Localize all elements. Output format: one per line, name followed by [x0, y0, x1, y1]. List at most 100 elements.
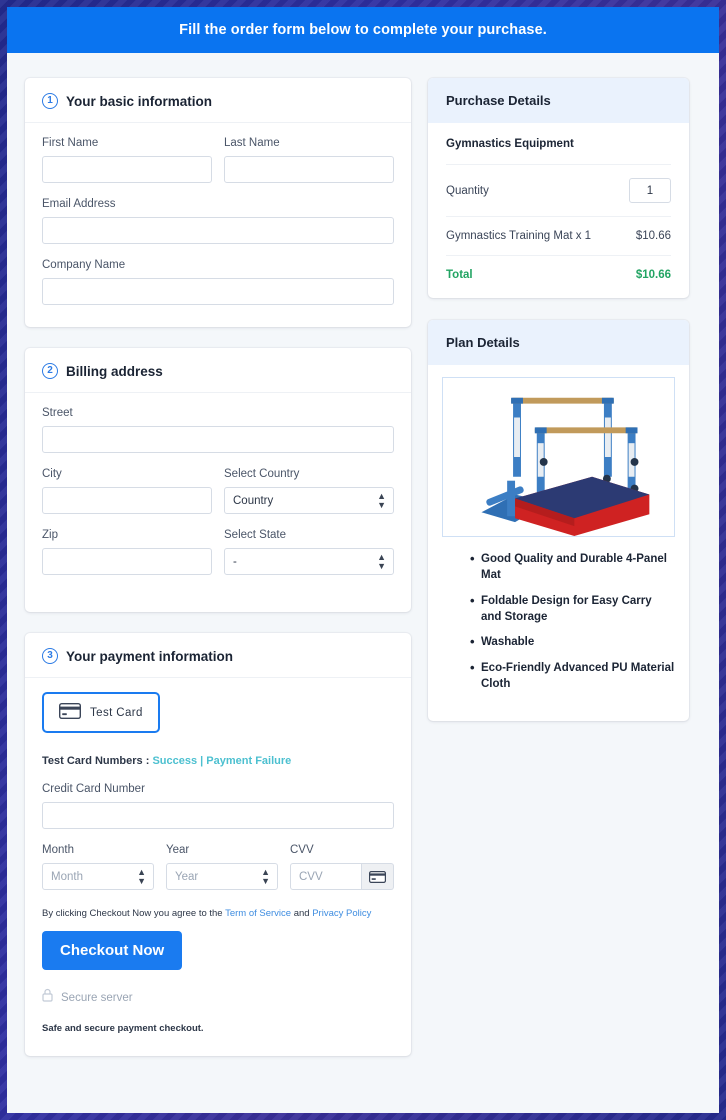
- company-field: Company Name: [42, 259, 394, 305]
- zip-input[interactable]: [42, 548, 212, 575]
- state-select-wrapper: ▲▼: [224, 548, 394, 575]
- street-field: Street: [42, 407, 394, 453]
- page-layout: 1 Your basic information First Name Last…: [7, 53, 719, 1077]
- list-item: Foldable Design for Easy Carry and Stora…: [470, 592, 675, 626]
- credit-card-icon: [58, 702, 82, 722]
- email-label: Email Address: [42, 198, 116, 210]
- zip-state-row: Zip Select State ▲▼: [42, 529, 394, 590]
- last-name-label: Last Name: [224, 137, 280, 149]
- cvv-help-card-icon[interactable]: [362, 863, 394, 890]
- street-input[interactable]: [42, 426, 394, 453]
- month-field: Month ▲▼: [42, 844, 154, 890]
- basic-information-card: 1 Your basic information First Name Last…: [25, 78, 411, 327]
- country-select-wrapper: ▲▼: [224, 487, 394, 514]
- lock-icon: [42, 988, 53, 1007]
- safe-checkout-note: Safe and secure payment checkout.: [42, 1023, 204, 1034]
- first-name-input[interactable]: [42, 156, 212, 183]
- list-item: Eco-Friendly Advanced PU Material Cloth: [470, 659, 675, 693]
- success-link[interactable]: Success: [152, 755, 197, 767]
- checkout-page: Fill the order form below to complete yo…: [7, 7, 719, 1113]
- plan-details-title: Plan Details: [428, 320, 689, 365]
- test-card-button[interactable]: Test Card: [42, 692, 160, 733]
- expiry-cvv-row: Month ▲▼ Year ▲▼: [42, 844, 394, 890]
- banner-text: Fill the order form below to complete yo…: [179, 22, 547, 38]
- product-category-label: Gymnastics Equipment: [446, 138, 574, 150]
- total-price: $10.66: [635, 269, 671, 281]
- cvv-input[interactable]: [290, 863, 362, 890]
- test-card-label: Test Card: [90, 706, 143, 719]
- checkout-now-button[interactable]: Checkout Now: [42, 931, 183, 970]
- first-name-label: First Name: [42, 137, 99, 149]
- city-label: City: [42, 468, 62, 480]
- basic-information-header: 1 Your basic information: [25, 78, 411, 123]
- month-select-wrapper: ▲▼: [42, 863, 154, 890]
- test-card-numbers-row: Test Card Numbers : Success | Payment Fa…: [42, 755, 394, 767]
- street-label: Street: [42, 407, 73, 419]
- step-badge-2: 2: [42, 363, 58, 379]
- cvv-input-group: [290, 863, 394, 890]
- link-separator: |: [200, 755, 204, 767]
- country-field: Select Country ▲▼: [224, 468, 394, 514]
- list-item: Washable: [470, 633, 675, 652]
- city-country-row: City Select Country ▲▼: [42, 468, 394, 529]
- privacy-policy-link[interactable]: Privacy Policy: [312, 908, 371, 919]
- line-item-price: $10.66: [635, 230, 671, 242]
- basic-information-body: First Name Last Name Email Address Compa…: [25, 123, 411, 327]
- terms-conjunction: and: [293, 908, 310, 919]
- select-state-label: Select State: [224, 529, 287, 541]
- terms-prefix: By clicking Checkout Now you agree to th…: [42, 908, 223, 919]
- billing-address-header: 2 Billing address: [25, 348, 411, 393]
- cvv-field: CVV: [290, 844, 394, 890]
- purchase-details-panel: Purchase Details Gymnastics Equipment Qu…: [428, 78, 689, 298]
- billing-address-body: Street City Select Country ▲▼: [25, 393, 411, 612]
- state-field: Select State ▲▼: [224, 529, 394, 575]
- purchase-details-title: Purchase Details: [428, 78, 689, 123]
- company-name-input[interactable]: [42, 278, 394, 305]
- year-select-wrapper: ▲▼: [166, 863, 278, 890]
- credit-card-number-input[interactable]: [42, 802, 394, 829]
- page-banner: Fill the order form below to complete yo…: [7, 7, 719, 53]
- payment-failure-link[interactable]: Payment Failure: [206, 755, 291, 767]
- purchase-details-body: Gymnastics Equipment Quantity Gymnastics…: [428, 123, 689, 298]
- company-name-label: Company Name: [42, 259, 126, 271]
- total-row: Total $10.66: [446, 255, 671, 298]
- product-image: [442, 377, 675, 537]
- month-label: Month: [42, 844, 74, 856]
- basic-information-title: Your basic information: [66, 93, 213, 109]
- email-input[interactable]: [42, 217, 394, 244]
- year-field: Year ▲▼: [166, 844, 278, 890]
- year-label: Year: [166, 844, 190, 856]
- city-field: City: [42, 468, 212, 514]
- credit-card-number-label: Credit Card Number: [42, 783, 145, 795]
- quantity-input[interactable]: [629, 178, 671, 203]
- cvv-label: CVV: [290, 844, 314, 856]
- secure-server-row: Secure server: [42, 988, 394, 1007]
- credit-card-number-field: Credit Card Number: [42, 783, 394, 829]
- terms-of-service-link[interactable]: Term of Service: [225, 908, 291, 919]
- summary-column: Purchase Details Gymnastics Equipment Qu…: [428, 78, 689, 743]
- email-field: Email Address: [42, 198, 394, 244]
- line-item-label: Gymnastics Training Mat x 1: [446, 230, 592, 242]
- secure-server-label: Secure server: [61, 991, 133, 1004]
- quantity-row: Quantity: [446, 164, 671, 216]
- plan-details-body: Good Quality and Durable 4-Panel Mat Fol…: [428, 377, 689, 721]
- select-country-label: Select Country: [224, 468, 300, 480]
- zip-field: Zip: [42, 529, 212, 575]
- billing-address-title: Billing address: [66, 363, 163, 379]
- plan-features-list: Good Quality and Durable 4-Panel Mat Fol…: [470, 550, 675, 693]
- payment-information-title: Your payment information: [66, 648, 234, 664]
- terms-agreement-text: By clicking Checkout Now you agree to th…: [42, 908, 394, 919]
- payment-information-header: 3 Your payment information: [25, 633, 411, 678]
- year-select[interactable]: [166, 863, 278, 890]
- month-select[interactable]: [42, 863, 154, 890]
- payment-information-body: Test Card Test Card Numbers : Success | …: [25, 678, 411, 1056]
- name-row: First Name Last Name: [42, 137, 394, 198]
- city-input[interactable]: [42, 487, 212, 514]
- test-card-numbers-label: Test Card Numbers :: [42, 755, 150, 767]
- payment-information-card: 3 Your payment information Test Card Tes…: [25, 633, 411, 1056]
- last-name-input[interactable]: [224, 156, 394, 183]
- line-item-row: Gymnastics Training Mat x 1 $10.66: [446, 216, 671, 255]
- country-select[interactable]: [224, 487, 394, 514]
- form-column: 1 Your basic information First Name Last…: [25, 78, 411, 1077]
- state-select[interactable]: [224, 548, 394, 575]
